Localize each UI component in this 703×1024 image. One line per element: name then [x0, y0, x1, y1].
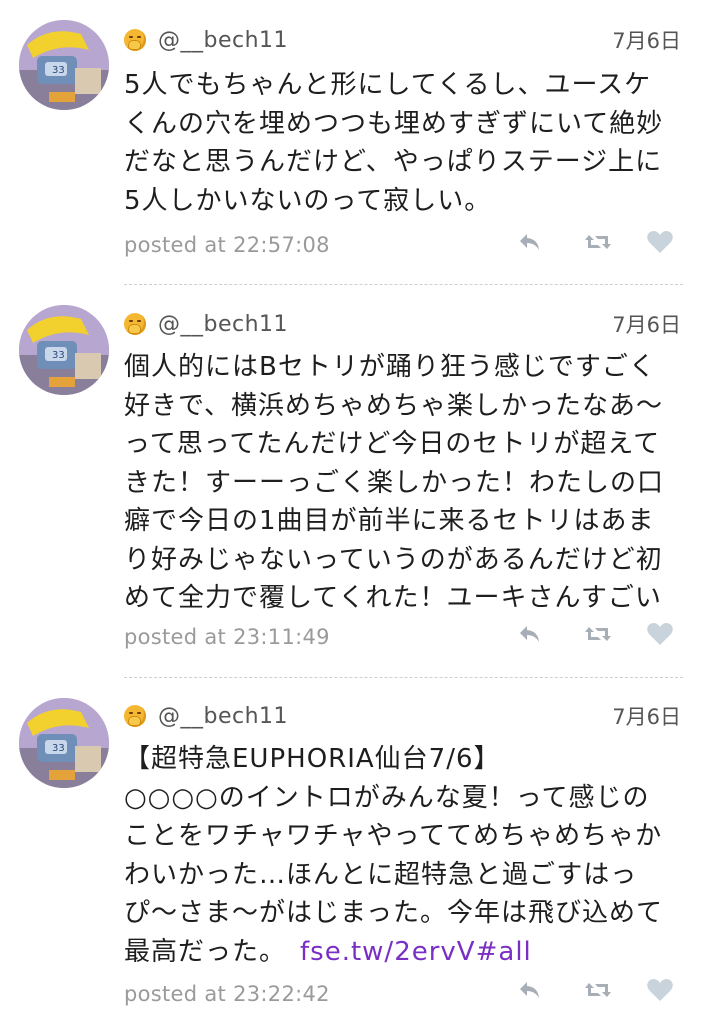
post-date: 7月6日: [612, 705, 681, 729]
author-row: @__bech11: [124, 701, 288, 731]
post-text-line-end: 最高だった。: [124, 936, 287, 967]
post-text-line: って思ってたんだけど今日のセトリが超えて: [124, 429, 661, 459]
post-timestamp[interactable]: posted at 23:11:49: [124, 625, 330, 649]
post-text-line: 最高だった。 fse.tw/2ervV#all: [124, 933, 689, 972]
svg-text:33: 33: [52, 65, 65, 76]
post-timestamp[interactable]: posted at 22:57:08: [124, 233, 330, 257]
post-date: 7月6日: [612, 313, 681, 337]
avatar[interactable]: 33: [19, 305, 109, 395]
post-text-line: 個人的にはBセトリが踊り狂う感じですごく: [124, 352, 656, 382]
posted-time: 22:57:08: [233, 233, 330, 257]
post-actions: [513, 621, 677, 647]
reply-icon[interactable]: [513, 977, 547, 1003]
posted-label: posted at: [124, 233, 227, 257]
post-text-line: ○○○○のイントロがみんな夏！って感じの: [124, 782, 650, 813]
author-row: @__bech11: [124, 25, 288, 55]
retweet-icon[interactable]: [581, 621, 615, 647]
hand-over-mouth-emoji-icon: [124, 313, 146, 335]
post-actions: [513, 229, 677, 255]
hand-over-mouth-emoji-icon: [124, 705, 146, 727]
heart-icon[interactable]: [643, 977, 677, 1003]
hand-over-mouth-emoji-icon: [124, 29, 146, 51]
author-handle[interactable]: @__bech11: [158, 704, 288, 729]
avatar-image: 33: [19, 698, 109, 788]
post-date: 7月6日: [612, 29, 681, 53]
posted-time: 23:11:49: [233, 625, 330, 649]
post-text-line: 5人でもちゃんと形にしてくるし、ユースケ: [124, 70, 652, 100]
posted-time: 23:22:42: [233, 982, 330, 1006]
retweet-icon[interactable]: [581, 229, 615, 255]
post-link[interactable]: fse.tw/2ervV#all: [300, 937, 532, 967]
post-text-line: だなと思うんだけど、やっぱりステージ上に: [124, 147, 663, 177]
posted-label: posted at: [124, 982, 227, 1006]
svg-text:33: 33: [52, 743, 65, 754]
post-text: 個人的にはBセトリが踊り狂う感じですごく 好きで、横浜めちゃめちゃ楽しかったなあ…: [124, 348, 689, 618]
post-text-line: 5人しかいないのって寂しい。: [124, 185, 492, 216]
post-text-line: めて全力で覆してくれた！ユーキさんすごい: [124, 583, 662, 613]
post-text-line: 【超特急EUPHORIA仙台7/6】: [124, 744, 501, 774]
avatar-image: 33: [19, 305, 109, 395]
retweet-icon[interactable]: [581, 977, 615, 1003]
avatar[interactable]: 33: [19, 20, 109, 110]
svg-text:33: 33: [52, 350, 65, 361]
heart-icon[interactable]: [643, 229, 677, 255]
post-text-line: 癖で今日の1曲目が前半に来るセトリはあま: [124, 506, 655, 536]
post-divider: [124, 284, 683, 285]
post-divider: [124, 677, 683, 678]
post-text-line: くんの穴を埋めつつも埋めすぎずにいて絶妙: [124, 108, 664, 139]
heart-icon[interactable]: [643, 621, 677, 647]
author-handle[interactable]: @__bech11: [158, 28, 288, 53]
reply-icon[interactable]: [513, 621, 547, 647]
post-actions: [513, 977, 677, 1003]
post-text-line: り好みじゃないっていうのがあるんだけど初: [124, 544, 663, 575]
post-text: 5人でもちゃんと形にしてくるし、ユースケ くんの穴を埋めつつも埋めすぎずにいて絶…: [124, 66, 689, 220]
post-text-line: わいかった…ほんとに超特急と過ごすはっ: [124, 859, 638, 890]
reply-icon[interactable]: [513, 229, 547, 255]
avatar[interactable]: 33: [19, 698, 109, 788]
post-text-line: ことをワチャワチャやっててめちゃめちゃか: [124, 821, 663, 851]
author-row: @__bech11: [124, 309, 288, 339]
avatar-image: 33: [19, 20, 109, 110]
post-timestamp[interactable]: posted at 23:22:42: [124, 982, 330, 1006]
author-handle[interactable]: @__bech11: [158, 312, 288, 337]
post-text: 【超特急EUPHORIA仙台7/6】 ○○○○のイントロがみんな夏！って感じの …: [124, 740, 689, 971]
post-text-line: 好きで、横浜めちゃめちゃ楽しかったなあ〜: [124, 390, 663, 421]
posted-label: posted at: [124, 625, 227, 649]
post-text-line: きた！すーーっごく楽しかった！わたしの口: [124, 467, 665, 498]
post-text-line: ぴ〜さま〜がはじまった。今年は飛び込めて: [124, 898, 663, 928]
